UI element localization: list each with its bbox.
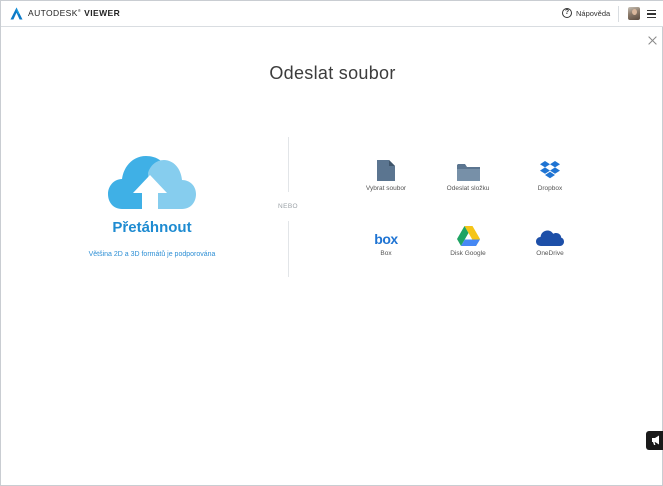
drag-drop-area[interactable]: Přetáhnout Většina 2D a 3D formátů je po… <box>61 146 251 276</box>
help-button[interactable]: ? Nápověda <box>562 8 610 18</box>
folder-icon <box>456 164 480 181</box>
brand-registered-mark: ® <box>77 8 82 13</box>
source-box[interactable]: box Box <box>356 224 416 257</box>
file-icon <box>377 160 395 181</box>
header-divider <box>618 6 619 22</box>
source-onedrive[interactable]: OneDrive <box>520 224 580 257</box>
source-label: Dropbox <box>537 185 563 192</box>
source-upload-folder[interactable]: Odeslat složku <box>438 159 498 192</box>
source-choose-file[interactable]: Vybrat soubor <box>356 159 416 192</box>
brand-wordmark: AUTODESK® VIEWER <box>28 8 120 18</box>
product-name: VIEWER <box>84 8 121 18</box>
box-icon: box <box>374 231 398 247</box>
onedrive-icon <box>536 230 564 246</box>
user-avatar[interactable] <box>628 7 640 20</box>
brand-name: AUTODESK <box>28 8 78 18</box>
vertical-divider-bottom <box>288 221 289 277</box>
feedback-button[interactable] <box>646 431 663 450</box>
source-label: OneDrive <box>536 250 564 257</box>
cloud-upload-icon <box>108 156 196 209</box>
drag-label: Přetáhnout <box>112 219 192 236</box>
autodesk-logo-icon <box>10 7 23 20</box>
dialog-title: Odeslat soubor <box>269 63 396 83</box>
google-drive-icon <box>456 226 480 246</box>
close-icon[interactable] <box>648 36 657 45</box>
help-label: Nápověda <box>576 8 611 18</box>
source-label: Disk Google <box>450 250 486 257</box>
viewer-window: AUTODESK® VIEWER ? Nápověda Odeslat soubo… <box>0 0 663 486</box>
source-label: Odeslat složku <box>446 185 490 192</box>
source-dropbox[interactable]: Dropbox <box>520 159 580 192</box>
source-label: Box <box>380 250 392 257</box>
help-icon: ? <box>562 8 572 18</box>
source-label: Vybrat soubor <box>365 185 407 192</box>
or-separator: NEBO <box>277 203 299 210</box>
source-google-drive[interactable]: Disk Google <box>438 224 498 257</box>
top-bar: AUTODESK® VIEWER ? Nápověda <box>1 1 663 27</box>
vertical-divider-top <box>288 137 289 192</box>
megaphone-icon <box>652 435 659 445</box>
hamburger-menu-icon[interactable] <box>647 10 656 18</box>
dropbox-icon <box>540 161 560 179</box>
formats-note: Většina 2D a 3D formátů je podporována <box>88 251 216 258</box>
